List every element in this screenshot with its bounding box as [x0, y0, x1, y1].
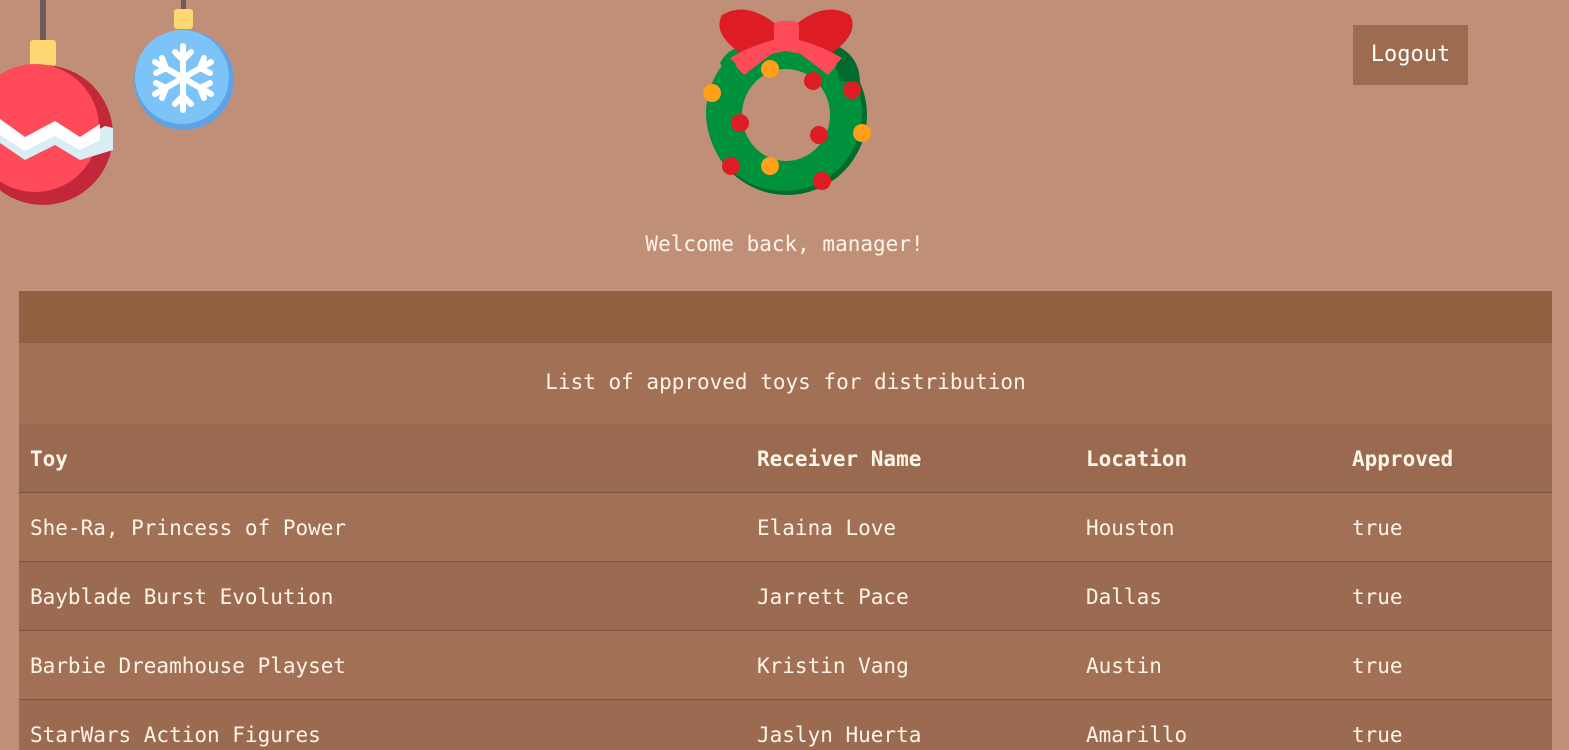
toy-cell: StarWars Action Figures	[30, 723, 321, 747]
column-header-receiver-name: Receiver Name	[757, 447, 922, 471]
table-header-row: Toy Receiver Name Location Approved	[19, 424, 1552, 492]
approved-toys-table: List of approved toys for distribution T…	[19, 291, 1552, 750]
approved-cell: true	[1352, 723, 1403, 747]
location-cell: Dallas	[1086, 585, 1162, 609]
logout-button[interactable]: Logout	[1353, 25, 1468, 85]
location-cell: Houston	[1086, 516, 1175, 540]
receiver-name-cell: Elaina Love	[757, 516, 897, 540]
receiver-name-cell: Kristin Vang	[757, 654, 909, 678]
approved-cell: true	[1352, 654, 1403, 678]
receiver-name-cell: Jarrett Pace	[757, 585, 909, 609]
column-header-approved: Approved	[1352, 447, 1454, 471]
toy-cell: Barbie Dreamhouse Playset	[30, 654, 347, 678]
approved-cell: true	[1352, 585, 1403, 609]
table-row: StarWars Action Figures Jaslyn Huerta Am…	[19, 699, 1552, 750]
red-ornament-icon	[0, 0, 113, 205]
column-header-location: Location	[1086, 447, 1188, 471]
location-cell: Austin	[1086, 654, 1162, 678]
table-row: Bayblade Burst Evolution Jarrett Pace Da…	[19, 561, 1552, 630]
toy-cell: She-Ra, Princess of Power	[30, 516, 347, 540]
blue-snowflake-ornament-icon	[134, 0, 234, 130]
table-row: She-Ra, Princess of Power Elaina Love Ho…	[19, 492, 1552, 561]
toy-cell: Bayblade Burst Evolution	[30, 585, 334, 609]
approved-cell: true	[1352, 516, 1403, 540]
table-row: Barbie Dreamhouse Playset Kristin Vang A…	[19, 630, 1552, 699]
receiver-name-cell: Jaslyn Huerta	[757, 723, 922, 747]
christmas-wreath-icon	[703, 9, 871, 195]
welcome-message: Welcome back, manager!	[645, 232, 924, 256]
location-cell: Amarillo	[1086, 723, 1188, 747]
column-header-toy: Toy	[30, 447, 68, 471]
table-top-bar	[19, 291, 1552, 343]
table-caption: List of approved toys for distribution	[19, 343, 1552, 424]
page: Logout Welcome back, manager! List of ap…	[0, 0, 1569, 750]
